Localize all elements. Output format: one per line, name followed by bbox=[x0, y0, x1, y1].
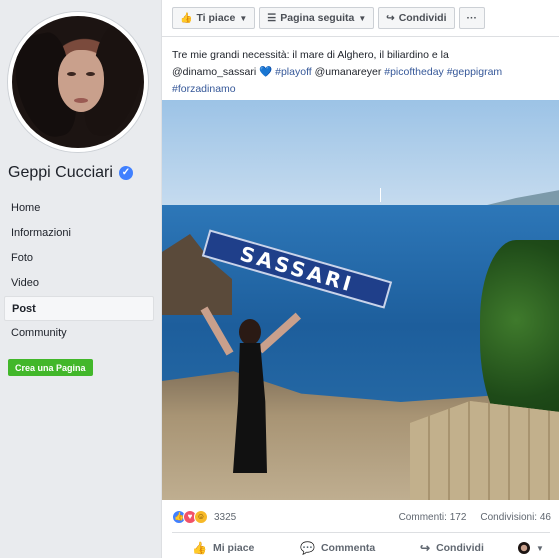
comments-count[interactable]: Commenti: 172 bbox=[399, 512, 467, 523]
reaction-count: 3325 bbox=[214, 511, 237, 523]
chevron-down-icon: ▼ bbox=[358, 13, 367, 23]
nav-item-community[interactable]: Community bbox=[4, 321, 154, 346]
left-column: Geppi Cucciari ✓ Home Informazioni Foto … bbox=[0, 0, 160, 558]
nav-item-video[interactable]: Video bbox=[4, 271, 154, 296]
profile-name[interactable]: Geppi Cucciari bbox=[8, 164, 113, 182]
hashtag-geppigram[interactable]: #geppigram bbox=[447, 66, 502, 78]
lips bbox=[74, 98, 88, 103]
eye-left bbox=[67, 72, 76, 76]
thumbs-up-icon: 👍 bbox=[192, 541, 207, 555]
hashtag-playoff[interactable]: #playoff bbox=[275, 66, 312, 78]
black-dress bbox=[233, 343, 267, 473]
mini-avatar bbox=[518, 542, 530, 554]
sky bbox=[162, 100, 559, 210]
comment-button[interactable]: 💬 Commenta bbox=[300, 541, 420, 555]
post-text: Tre mie grandi necessità: il mare di Alg… bbox=[172, 47, 552, 98]
share-button[interactable]: ↪ Condividi bbox=[420, 541, 518, 555]
boat bbox=[380, 188, 388, 202]
nav-item-post[interactable]: Post bbox=[4, 296, 154, 321]
comment-label: Commenta bbox=[320, 542, 376, 554]
verified-badge-icon: ✓ bbox=[118, 166, 133, 180]
reactions-summary[interactable]: 👍 ♥ ☺ 3325 bbox=[172, 510, 236, 524]
like-page-button[interactable]: 👍 Ti piace ▼ bbox=[172, 7, 256, 29]
post-as-selector[interactable]: ▼ bbox=[518, 542, 544, 554]
follow-page-button[interactable]: ☰ Pagina seguita ▼ bbox=[259, 7, 375, 29]
divider bbox=[162, 36, 559, 37]
share-label: Condividi bbox=[436, 542, 484, 554]
nav-item-home[interactable]: Home bbox=[4, 196, 154, 221]
comment-bubble-icon: 💬 bbox=[300, 541, 315, 555]
mention-umanareyer[interactable]: @umanareyer bbox=[315, 66, 382, 78]
page: Geppi Cucciari ✓ Home Informazioni Foto … bbox=[0, 0, 559, 558]
chevron-down-icon: ▼ bbox=[536, 543, 544, 553]
rss-icon: ☰ bbox=[267, 12, 277, 24]
woman-figure bbox=[200, 305, 301, 480]
post-photo[interactable]: SASSARI bbox=[162, 100, 559, 500]
post-stats: Commenti: 172 Condivisioni: 46 bbox=[399, 512, 551, 523]
thumbs-up-icon: 👍 bbox=[180, 12, 193, 24]
share-arrow-icon: ↪ bbox=[386, 12, 395, 24]
blue-heart-icon: 💙 bbox=[259, 66, 273, 78]
like-button[interactable]: 👍 Mi piace bbox=[192, 541, 300, 555]
mention-dinamo-sassari[interactable]: @dinamo_sassari bbox=[172, 66, 256, 78]
eye-right bbox=[86, 72, 95, 76]
page-actions: 👍 Ti piace ▼ ☰ Pagina seguita ▼ ↪ Condiv… bbox=[172, 7, 486, 29]
like-page-label: Ti piace bbox=[196, 12, 236, 24]
hashtag-picoftheday[interactable]: #picoftheday bbox=[384, 66, 444, 78]
hashtag-forzadinamo[interactable]: #forzadinamo bbox=[172, 83, 236, 95]
head bbox=[239, 319, 261, 345]
nav-item-foto[interactable]: Foto bbox=[4, 246, 154, 271]
chevron-down-icon: ▼ bbox=[239, 13, 248, 23]
more-dots-icon: ··· bbox=[466, 12, 478, 24]
divider bbox=[172, 532, 550, 533]
nav-item-informazioni[interactable]: Informazioni bbox=[4, 221, 154, 246]
share-arrow-icon: ↪ bbox=[420, 541, 431, 555]
like-label: Mi piace bbox=[212, 542, 255, 554]
more-options-button[interactable]: ··· bbox=[458, 7, 486, 29]
share-page-label: Condividi bbox=[398, 12, 447, 24]
profile-name-row: Geppi Cucciari ✓ bbox=[8, 164, 133, 182]
page-nav: Home Informazioni Foto Video Post Commun… bbox=[4, 196, 154, 346]
profile-picture[interactable] bbox=[8, 12, 148, 152]
shares-count[interactable]: Condivisioni: 46 bbox=[480, 512, 551, 523]
follow-page-label: Pagina seguita bbox=[280, 12, 355, 24]
haha-reaction-icon: ☺ bbox=[194, 510, 208, 524]
share-page-button[interactable]: ↪ Condividi bbox=[378, 7, 455, 29]
post-card: 👍 Ti piace ▼ ☰ Pagina seguita ▼ ↪ Condiv… bbox=[161, 0, 559, 558]
post-actions: 👍 Mi piace 💬 Commenta ↪ Condividi ▼ bbox=[192, 541, 559, 555]
post-text-plain: Tre mie grandi necessità: il mare di Alg… bbox=[172, 49, 449, 61]
create-page-button[interactable]: Crea una Pagina bbox=[8, 359, 93, 376]
